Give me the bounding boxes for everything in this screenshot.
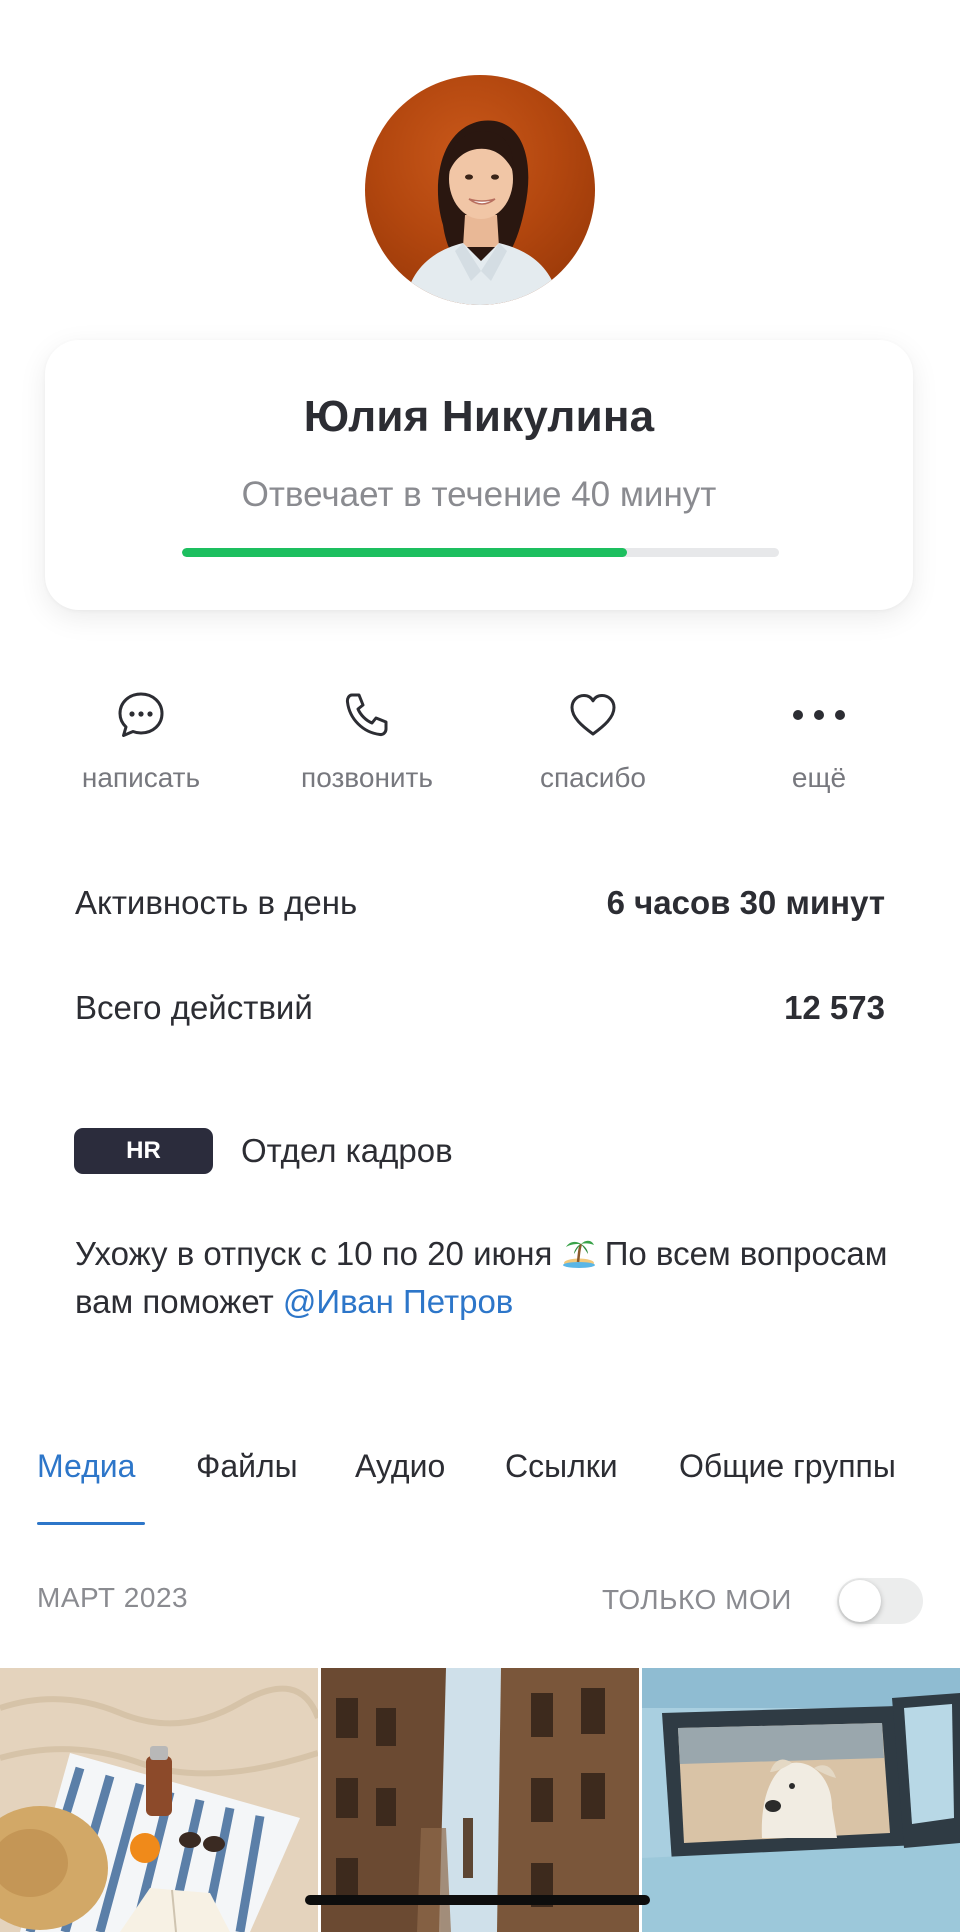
heart-icon [567, 690, 619, 745]
phone-icon [342, 690, 392, 745]
toggle-knob [839, 1580, 881, 1622]
department-name[interactable]: Отдел кадров [241, 1128, 453, 1174]
profile-screen: Юлия Никулина Отвечает в течение 40 мину… [0, 0, 960, 1932]
thanks-button[interactable]: спасибо [493, 690, 693, 794]
media-grid [0, 1668, 960, 1932]
action-bar: написать позвонить спасибо ещё [0, 690, 960, 800]
stat-label: Активность в день [75, 884, 358, 921]
profile-name: Юлия Никулина [303, 392, 655, 441]
tab-common-groups[interactable]: Общие группы [679, 1448, 896, 1485]
mention-link[interactable]: @Иван Петров [283, 1283, 513, 1320]
media-tabs: Медиа Файлы Аудио Ссылки Общие группы [0, 1448, 960, 1528]
media-item-dog[interactable] [642, 1668, 960, 1932]
write-button[interactable]: написать [41, 690, 241, 794]
media-item-street[interactable] [321, 1668, 639, 1932]
avatar[interactable] [365, 75, 595, 305]
tab-links[interactable]: Ссылки [505, 1448, 618, 1485]
write-label: написать [81, 762, 201, 793]
desert-island-emoji [562, 1234, 596, 1268]
only-mine-label: ТОЛЬКО МОИ [602, 1584, 792, 1615]
media-item-beach[interactable] [0, 1668, 318, 1932]
call-label: позвонить [301, 762, 433, 793]
tab-files[interactable]: Файлы [196, 1448, 298, 1485]
tab-media[interactable]: Медиа [37, 1448, 135, 1485]
active-tab-indicator [37, 1522, 145, 1525]
more-button[interactable]: ещё [719, 690, 919, 794]
response-progress-fill [182, 548, 627, 557]
media-date-header: МАРТ 2023 [37, 1582, 189, 1613]
thanks-label: спасибо [540, 762, 646, 793]
only-mine-toggle[interactable] [837, 1578, 923, 1624]
call-button[interactable]: позвонить [267, 690, 467, 794]
tab-audio[interactable]: Аудио [355, 1448, 445, 1485]
note-text-before: Ухожу в отпуск с 10 по 20 июня [75, 1235, 553, 1272]
chat-bubble-icon [116, 690, 166, 745]
stat-label: Всего действий [75, 989, 313, 1026]
home-indicator[interactable] [305, 1895, 650, 1905]
stat-value: 6 часов 30 минут [606, 884, 885, 921]
status-note: Ухожу в отпуск с 10 по 20 июня По всем в… [75, 1230, 895, 1326]
response-status: Отвечает в течение 40 минут [241, 475, 717, 514]
more-dots-icon [792, 708, 846, 726]
stat-value: 12 573 [784, 989, 885, 1026]
more-label: ещё [791, 762, 847, 793]
department-badge[interactable]: HR [74, 1128, 213, 1174]
profile-card: Юлия Никулина Отвечает в течение 40 мину… [45, 340, 913, 610]
response-progress-bar [182, 548, 779, 557]
